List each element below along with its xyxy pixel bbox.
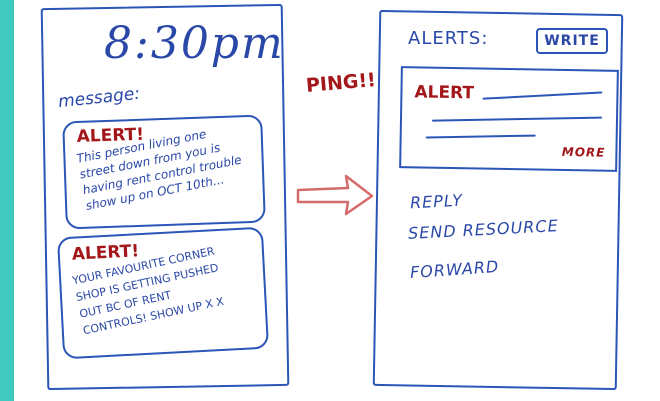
transition-arrow-icon bbox=[296, 174, 374, 216]
placeholder-text-line bbox=[425, 134, 536, 139]
alert-preview-title: ALERT bbox=[414, 82, 475, 104]
alerts-header-title: ALERTS: bbox=[408, 28, 489, 49]
alert-notification-card[interactable]: ALERT! YOUR FAVOURITE CORNER SHOP IS GET… bbox=[56, 226, 270, 360]
placeholder-text-line bbox=[431, 116, 603, 122]
more-link[interactable]: MORE bbox=[562, 145, 606, 160]
ping-label: PING!! bbox=[305, 68, 377, 98]
alert-preview-card[interactable]: ALERT MORE bbox=[399, 66, 619, 172]
write-button[interactable]: WRITE bbox=[536, 28, 608, 54]
sketch-sheet: 8:30pm message: ALERT! This person livin… bbox=[14, 0, 660, 401]
alert-notification-card[interactable]: ALERT! This person living one street dow… bbox=[62, 114, 266, 230]
placeholder-text-line bbox=[482, 91, 603, 100]
lock-screen-time: 8:30pm bbox=[104, 18, 285, 69]
reply-action[interactable]: REPLY bbox=[410, 191, 464, 213]
